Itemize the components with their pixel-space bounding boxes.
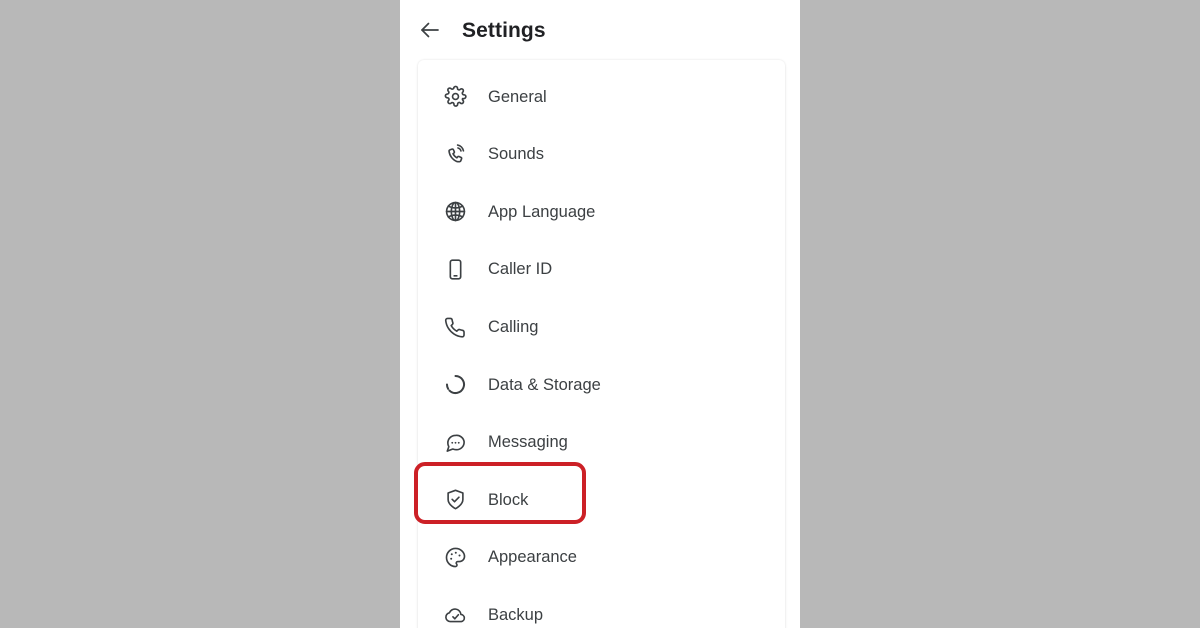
settings-list-card: General Sounds App Language Caller ID Ca… [418,60,785,628]
gear-icon [442,84,468,110]
settings-item-general[interactable]: General [418,68,785,126]
cloud-check-icon [442,602,468,628]
settings-item-caller-id[interactable]: Caller ID [418,241,785,299]
settings-item-label: Block [488,490,529,509]
back-button[interactable] [415,15,445,45]
palette-icon [442,545,468,571]
settings-item-label: Appearance [488,548,577,567]
settings-item-app-language[interactable]: App Language [418,183,785,241]
settings-item-block[interactable]: Block [418,471,785,529]
phone-ringing-icon [442,141,468,167]
pie-chart-icon [442,372,468,398]
settings-item-calling[interactable]: Calling [418,298,785,356]
settings-item-label: App Language [488,202,596,221]
app-bar: Settings [400,0,800,60]
settings-item-messaging[interactable]: Messaging [418,414,785,472]
settings-item-label: Data & Storage [488,375,601,394]
screenshot-stage: Settings General Sounds App Language Cal… [0,0,1200,628]
settings-item-label: General [488,87,547,106]
arrow-left-icon [418,18,442,42]
settings-item-data-storage[interactable]: Data & Storage [418,356,785,414]
settings-item-backup[interactable]: Backup [418,586,785,628]
settings-item-label: Calling [488,317,539,336]
chat-bubble-icon [442,429,468,455]
page-title: Settings [462,18,546,42]
globe-icon [442,199,468,225]
smartphone-icon [442,257,468,283]
phone-icon [442,314,468,340]
settings-item-label: Sounds [488,145,544,164]
settings-item-label: Backup [488,605,544,624]
shield-check-icon [442,487,468,513]
settings-item-label: Messaging [488,433,568,452]
phone-app-canvas: Settings General Sounds App Language Cal… [400,0,800,628]
settings-item-sounds[interactable]: Sounds [418,126,785,184]
settings-item-label: Caller ID [488,260,553,279]
settings-item-appearance[interactable]: Appearance [418,529,785,587]
